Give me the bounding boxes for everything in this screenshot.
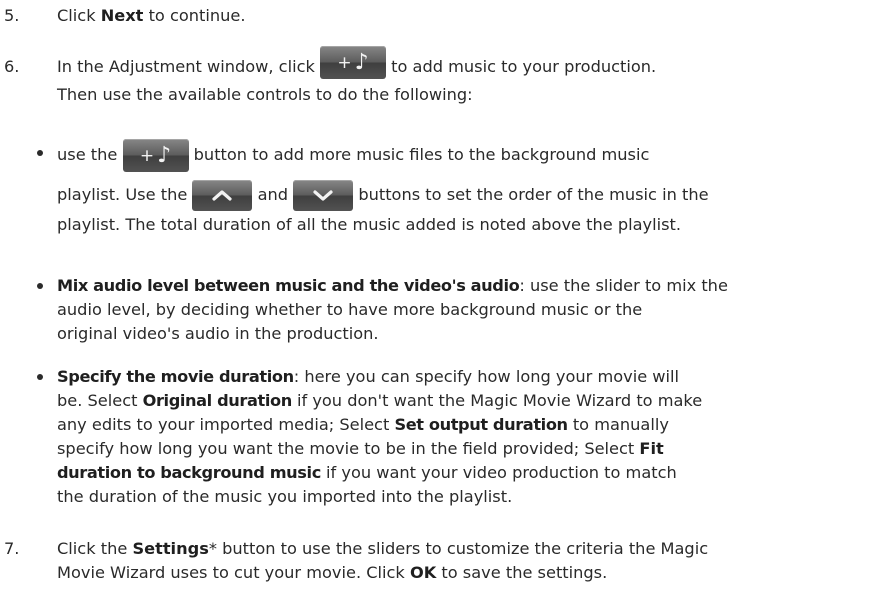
add-music-button: + ♪ <box>122 139 189 172</box>
ok-label: OK <box>409 563 437 582</box>
move-up-button <box>192 180 253 211</box>
bullet-dot <box>37 283 43 289</box>
chevron-down-icon <box>313 190 333 201</box>
step-text: In the Adjustment window, click + ♪ to ad… <box>57 46 872 107</box>
bullet-text: use the + ♪ button to add more music file… <box>57 136 872 237</box>
step-text: Click the Settings* button to use the sl… <box>57 539 709 582</box>
step-text: Click Next to continue. <box>57 6 246 25</box>
chevron-up-icon <box>212 190 233 201</box>
bullet-dot <box>37 374 43 380</box>
step-number: 7. <box>4 539 20 558</box>
bullet-text: Mix audio level between music and the vi… <box>57 276 728 343</box>
bullet-dot <box>37 150 43 156</box>
settings-label: Settings <box>132 539 209 558</box>
bullet-text: Specify the movie duration: here you can… <box>57 367 703 506</box>
move-down-button <box>293 180 354 211</box>
next-label: Next <box>100 6 144 25</box>
add-music-button: + ♪ <box>320 46 386 79</box>
step-number: 5. <box>4 6 20 25</box>
step-number: 6. <box>4 57 20 76</box>
